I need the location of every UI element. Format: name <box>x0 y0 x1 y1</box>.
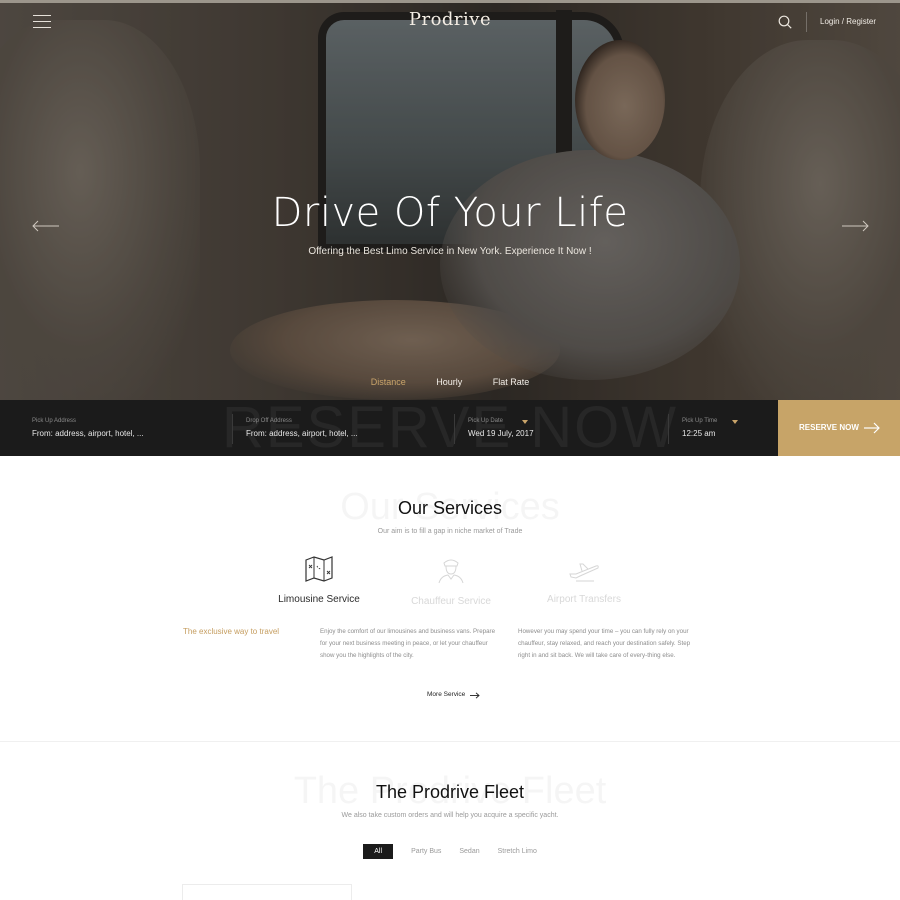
tab-hourly[interactable]: Hourly <box>436 377 462 387</box>
pickup-address-input[interactable]: From: address, airport, hotel, ... <box>32 429 222 438</box>
pickup-date-field[interactable]: Pick Up Date Wed 19 July, 2017 <box>468 400 658 456</box>
tab-flat-rate[interactable]: Flat Rate <box>493 377 530 387</box>
services-paragraph-2: However you may spend your time – you ca… <box>518 628 691 659</box>
search-icon[interactable] <box>778 15 792 29</box>
filter-all[interactable]: All <box>363 844 394 859</box>
hero-subtitle: Offering the Best Limo Service in New Yo… <box>308 246 592 257</box>
airplane-icon <box>569 563 599 582</box>
more-service-label: More Service <box>427 691 466 698</box>
field-separator <box>232 414 233 444</box>
pickup-date-value[interactable]: Wed 19 July, 2017 <box>468 429 658 438</box>
rate-type-tabs: Distance Hourly Flat Rate <box>0 377 900 387</box>
chauffeur-icon <box>438 559 464 584</box>
hero-title: Drive Of Your Life <box>271 190 629 236</box>
dropoff-address-field[interactable]: Drop Off Address From: address, airport,… <box>246 400 446 456</box>
fleet-filter-tabs: All Party Bus Sedan Stretch Limo <box>0 844 900 859</box>
field-separator <box>668 414 669 444</box>
service-limousine[interactable]: Limousine Service <box>254 556 384 605</box>
arrow-right-icon <box>864 422 880 434</box>
services-paragraph-1: Enjoy the comfort of our limousines and … <box>320 628 496 659</box>
pickup-time-field[interactable]: Pick Up Time 12:25 am <box>682 400 772 456</box>
filter-stretch-limo[interactable]: Stretch Limo <box>498 844 537 859</box>
filter-sedan[interactable]: Sedan <box>459 844 479 859</box>
pickup-time-value[interactable]: 12:25 am <box>682 429 772 438</box>
arrow-right-icon <box>470 692 480 699</box>
tab-distance[interactable]: Distance <box>371 377 406 387</box>
fleet-card[interactable] <box>182 884 352 900</box>
fleet-title: The Prodrive Fleet <box>375 782 525 802</box>
header-divider <box>806 12 807 32</box>
logo[interactable]: Prodrive <box>0 9 900 30</box>
map-icon <box>305 556 333 582</box>
reserve-now-button[interactable]: RESERVE NOW <box>778 400 900 456</box>
fleet-subtitle: We also take custom orders and will help… <box>341 812 559 819</box>
service-name: Limousine Service <box>278 594 360 605</box>
more-service-link[interactable]: More Service <box>427 691 480 699</box>
pickup-time-label: Pick Up Time <box>682 418 718 424</box>
services-tagline: The exclusive way to travel <box>183 627 280 636</box>
dropoff-address-label: Drop Off Address <box>246 418 292 424</box>
reserve-now-label: RESERVE NOW <box>799 423 859 432</box>
service-chauffeur[interactable]: Chauffeur Service <box>386 556 516 607</box>
services-subtitle: Our aim is to fill a gap in niche market… <box>377 528 523 535</box>
filter-party-bus[interactable]: Party Bus <box>411 844 441 859</box>
pickup-address-label: Pick Up Address <box>32 418 77 424</box>
dropoff-address-input[interactable]: From: address, airport, hotel, ... <box>246 429 446 438</box>
services-title: Our Services <box>397 498 503 518</box>
field-separator <box>454 414 455 444</box>
service-airport[interactable]: Airport Transfers <box>519 556 649 605</box>
pickup-date-label: Pick Up Date <box>468 418 504 424</box>
section-divider <box>0 741 900 742</box>
service-name: Chauffeur Service <box>411 596 491 607</box>
pickup-address-field[interactable]: Pick Up Address From: address, airport, … <box>32 400 222 456</box>
chevron-down-icon[interactable] <box>522 420 528 424</box>
service-name: Airport Transfers <box>547 594 621 605</box>
hero-banner: Prodrive Login / Register Drive Of Your … <box>0 0 900 400</box>
chevron-down-icon[interactable] <box>732 420 738 424</box>
login-register-link[interactable]: Login / Register <box>820 17 876 26</box>
booking-bar: RESERVE NOW Pick Up Address From: addres… <box>0 400 900 456</box>
